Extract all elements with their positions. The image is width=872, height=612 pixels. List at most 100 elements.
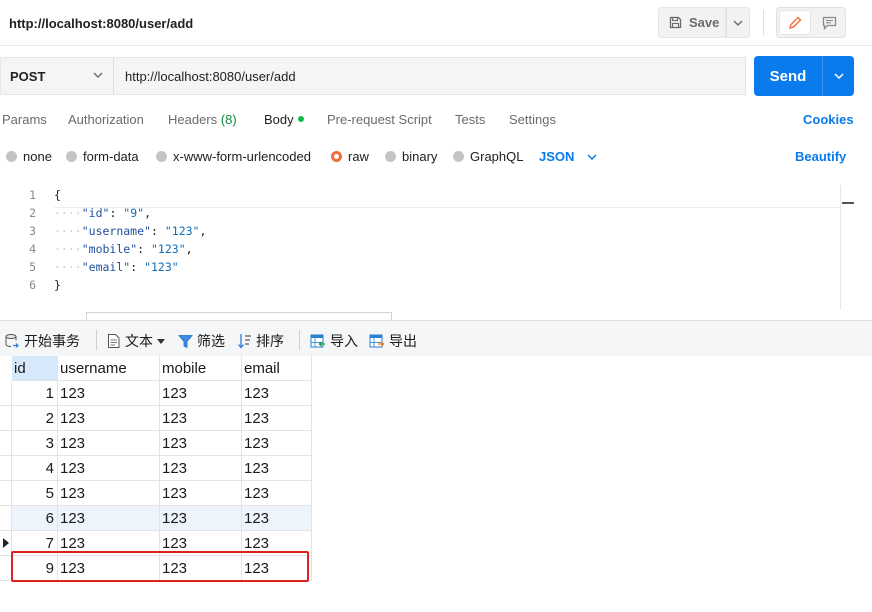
row-selector[interactable] [0, 431, 12, 456]
radio-circle [66, 151, 77, 162]
sort-icon [238, 334, 251, 349]
cell-username[interactable]: 123 [58, 456, 160, 481]
row-selector[interactable] [0, 456, 12, 481]
column-header-id[interactable]: id [12, 356, 58, 381]
cell-mobile[interactable]: 123 [160, 456, 242, 481]
format-select[interactable]: JSON [539, 149, 597, 164]
export-button[interactable]: 导出 [369, 331, 417, 351]
comment-icon [822, 16, 836, 30]
radio-label: GraphQL [470, 149, 524, 164]
code-editor[interactable]: 1 2 3 4 5 6 { ····"id": "9", ····"userna… [0, 185, 856, 310]
cell-mobile[interactable]: 123 [160, 506, 242, 531]
filter-label: 筛选 [197, 333, 225, 349]
import-button[interactable]: 导入 [310, 331, 358, 351]
cell-id[interactable]: 4 [12, 456, 58, 481]
radio-graphql[interactable]: GraphQL [453, 149, 523, 164]
tab-params[interactable]: Params [2, 112, 47, 127]
body-type-options: none form-data x-www-form-urlencoded raw… [0, 143, 872, 169]
table-row[interactable]: 1 123 123 123 [0, 381, 312, 406]
toolbar-divider [96, 330, 97, 350]
cell-id[interactable]: 2 [12, 406, 58, 431]
tab-settings[interactable]: Settings [509, 112, 556, 127]
cell-username[interactable]: 123 [58, 481, 160, 506]
sort-button[interactable]: 排序 [237, 331, 284, 351]
cell-username[interactable]: 123 [58, 406, 160, 431]
beautify-link[interactable]: Beautify [795, 149, 846, 164]
code-line-close-brace: } [54, 278, 61, 292]
tab-tests[interactable]: Tests [455, 112, 485, 127]
table-row[interactable]: 6 123 123 123 [0, 506, 312, 531]
tab-body-label: Body [264, 112, 294, 127]
database-transaction-icon [5, 334, 19, 348]
begin-transaction-button[interactable]: 开始事务 [4, 331, 80, 351]
tab-pre-request-script[interactable]: Pre-request Script [327, 112, 432, 127]
tab-headers[interactable]: Headers (8) [168, 112, 237, 127]
cell-id[interactable]: 3 [12, 431, 58, 456]
radio-x-www-form-urlencoded[interactable]: x-www-form-urlencoded [156, 149, 311, 164]
radio-none[interactable]: none [6, 149, 52, 164]
request-title[interactable]: http://localhost:8080/user/add [9, 16, 193, 31]
send-button[interactable]: Send [754, 56, 822, 96]
radio-binary[interactable]: binary [385, 149, 437, 164]
table-row[interactable]: 3 123 123 123 [0, 431, 312, 456]
scroll-marker [842, 202, 854, 204]
editor-scrollbar[interactable] [840, 185, 854, 310]
line-number: 6 [29, 278, 36, 292]
cell-email[interactable]: 123 [242, 406, 312, 431]
line-number: 5 [29, 260, 36, 274]
radio-raw[interactable]: raw [331, 149, 369, 164]
toolbar-divider [299, 330, 300, 350]
radio-label: form-data [83, 149, 139, 164]
new-row-highlight-box [11, 551, 309, 582]
cell-id[interactable]: 5 [12, 481, 58, 506]
cell-email[interactable]: 123 [242, 456, 312, 481]
cell-email[interactable]: 123 [242, 381, 312, 406]
cell-username[interactable]: 123 [58, 381, 160, 406]
cell-id[interactable]: 6 [12, 506, 58, 531]
line-number: 3 [29, 224, 36, 238]
row-selector[interactable] [0, 506, 12, 531]
row-selector[interactable] [0, 481, 12, 506]
method-value: POST [10, 68, 46, 84]
save-icon [669, 16, 682, 29]
radio-label: x-www-form-urlencoded [173, 149, 311, 164]
edit-mode-button[interactable] [779, 10, 811, 35]
save-options-button[interactable] [726, 7, 750, 38]
code-line-open-brace: { [54, 188, 61, 202]
tab-body[interactable]: Body [264, 112, 304, 127]
editor-mode-toggle [776, 7, 846, 38]
method-select[interactable]: POST [0, 57, 113, 95]
cell-username[interactable]: 123 [58, 431, 160, 456]
send-options-button[interactable] [822, 56, 854, 96]
radio-label: binary [402, 149, 438, 164]
radio-label: raw [348, 149, 369, 164]
cookies-link[interactable]: Cookies [803, 112, 854, 127]
cell-email[interactable]: 123 [242, 506, 312, 531]
radio-form-data[interactable]: form-data [66, 149, 139, 164]
table-row[interactable]: 4 123 123 123 [0, 456, 312, 481]
column-header-email[interactable]: email [242, 356, 312, 381]
cell-mobile[interactable]: 123 [160, 481, 242, 506]
radio-circle [6, 151, 17, 162]
row-selector[interactable] [0, 406, 12, 431]
cell-email[interactable]: 123 [242, 481, 312, 506]
table-row[interactable]: 2 123 123 123 [0, 406, 312, 431]
column-header-mobile[interactable]: mobile [160, 356, 242, 381]
row-selector[interactable] [0, 381, 12, 406]
column-header-username[interactable]: username [58, 356, 160, 381]
url-input[interactable]: http://localhost:8080/user/add [113, 57, 746, 95]
cell-mobile[interactable]: 123 [160, 431, 242, 456]
text-view-button[interactable]: 文本 [107, 331, 169, 351]
tab-authorization[interactable]: Authorization [68, 112, 144, 127]
cell-mobile[interactable]: 123 [160, 381, 242, 406]
cell-username[interactable]: 123 [58, 506, 160, 531]
cell-id[interactable]: 1 [12, 381, 58, 406]
filter-button[interactable]: 筛选 [178, 331, 225, 351]
cell-mobile[interactable]: 123 [160, 406, 242, 431]
cell-email[interactable]: 123 [242, 431, 312, 456]
save-button[interactable]: Save [658, 7, 726, 38]
comment-mode-button[interactable] [813, 10, 845, 35]
table-row[interactable]: 5 123 123 123 [0, 481, 312, 506]
format-value: JSON [539, 149, 575, 164]
radio-circle [385, 151, 396, 162]
